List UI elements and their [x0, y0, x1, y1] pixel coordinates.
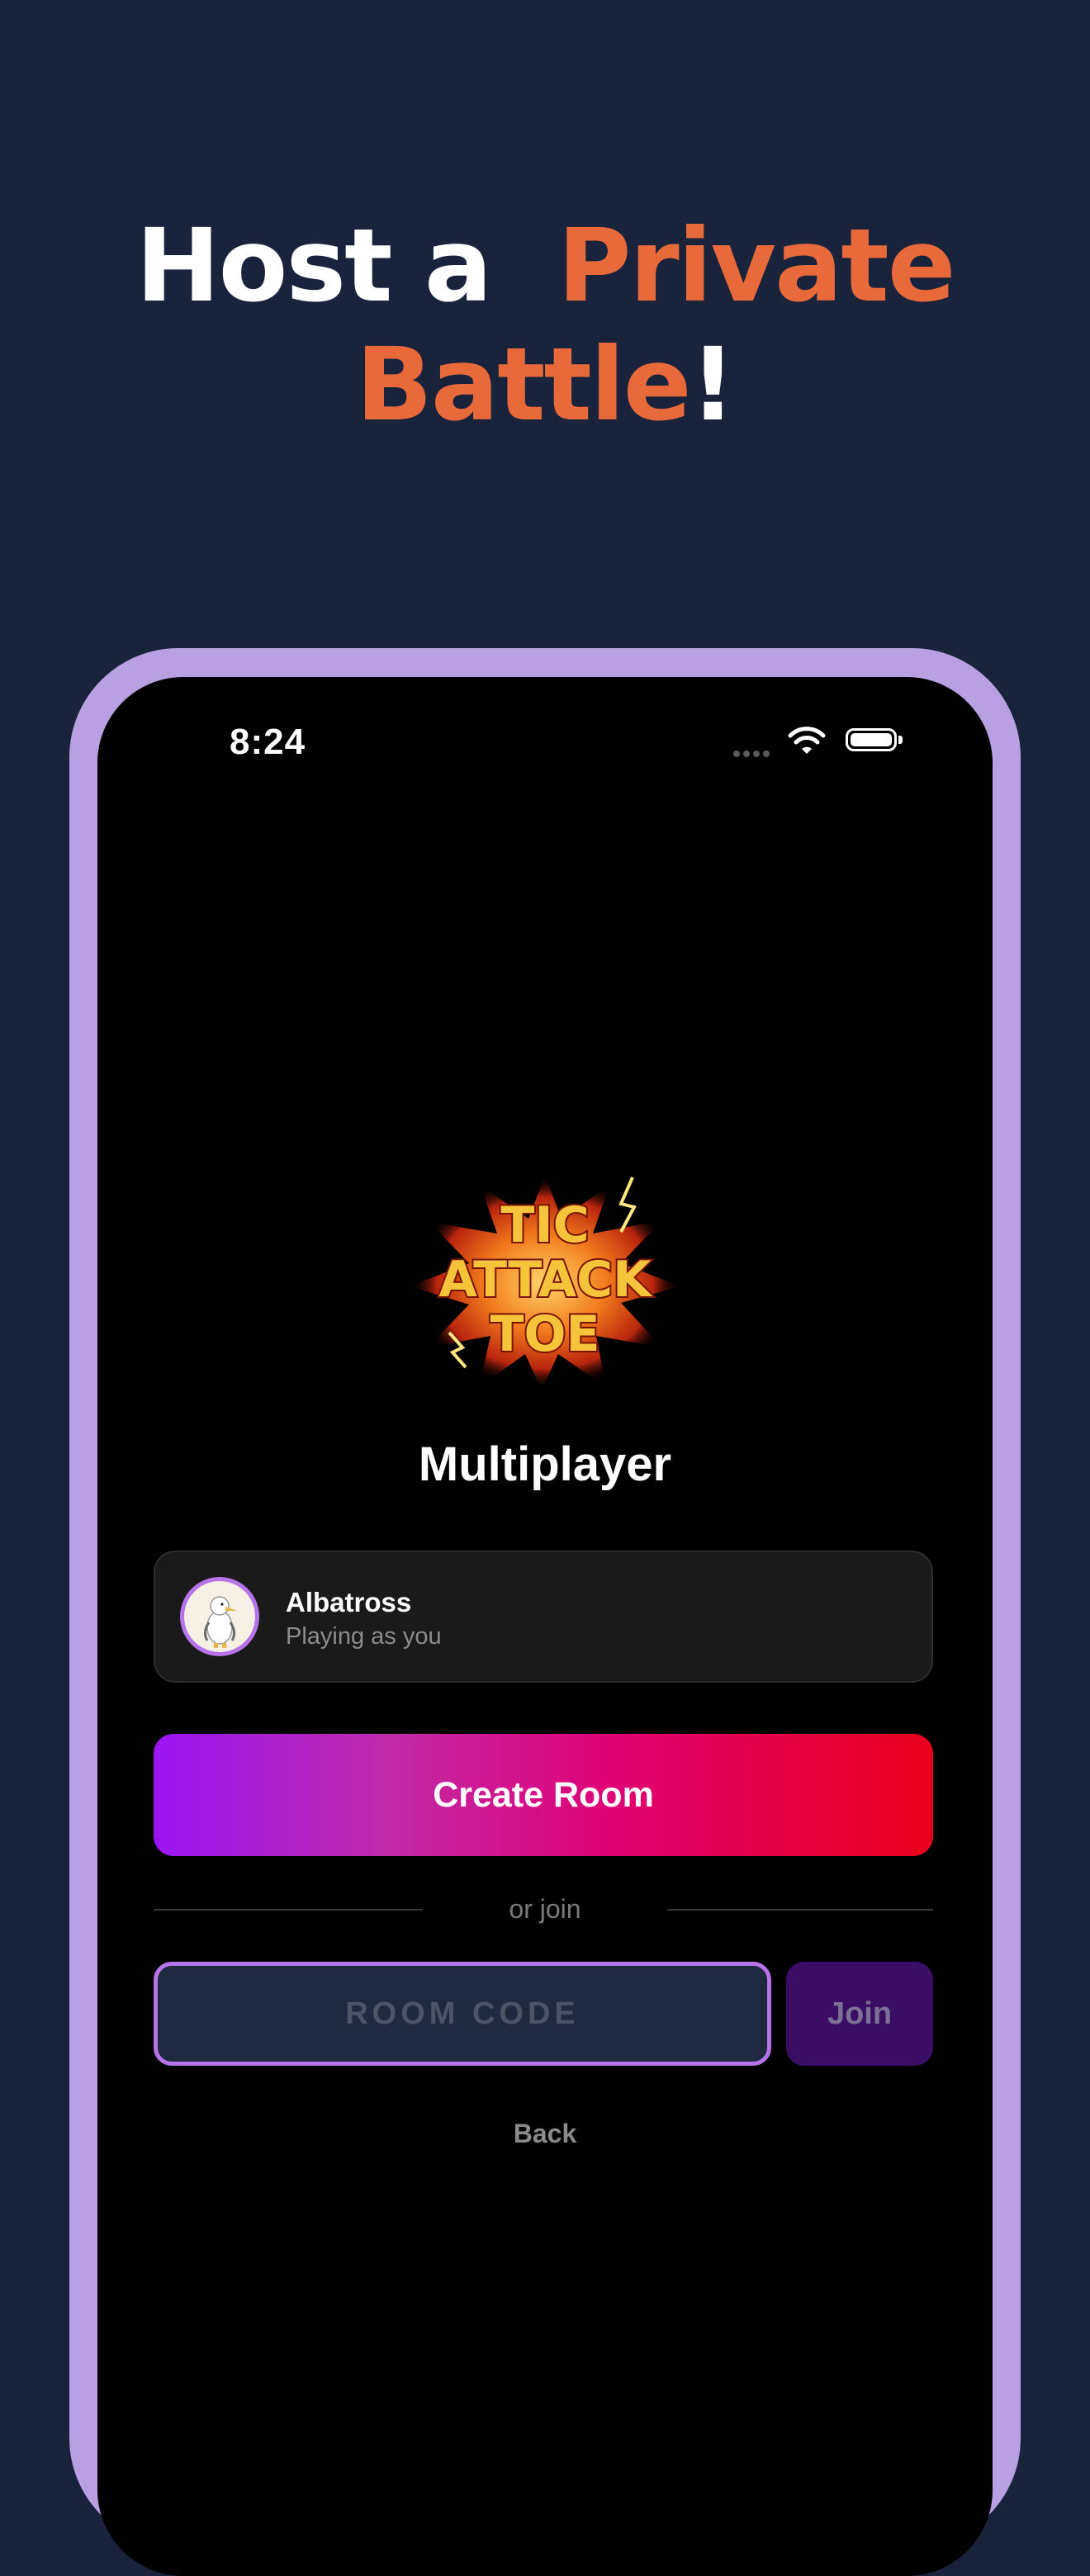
logo-line-1: TIC [500, 1196, 589, 1254]
promo-headline: Host a Private Battle! [0, 206, 1090, 444]
divider-right [667, 1909, 933, 1911]
headline-line-1: Host a Private [0, 206, 1090, 325]
player-card: Albatross Playing as you [154, 1551, 933, 1683]
create-room-button[interactable]: Create Room [154, 1734, 933, 1856]
phone-screen: 8:24 TIC ATTACK TOE Multiplayer Albatros… [97, 677, 993, 2576]
logo-line-2: ATTACK [438, 1251, 653, 1309]
divider-left [154, 1909, 423, 1911]
headline-battle-text: Battle [355, 326, 692, 443]
headline-host-text: Host a [135, 207, 493, 324]
tic-attack-toe-logo: TIC ATTACK TOE [410, 1176, 680, 1390]
headline-line-2: Battle! [0, 325, 1090, 444]
headline-exclamation: ! [690, 326, 736, 443]
cellular-dots-icon [733, 746, 773, 761]
headline-private-text: Private [557, 207, 955, 324]
back-link[interactable]: Back [421, 2119, 669, 2149]
player-subtitle: Playing as you [286, 1623, 442, 1650]
page-title: Multiplayer [418, 1437, 672, 1491]
battery-icon [846, 728, 903, 751]
join-button[interactable]: Join [786, 1962, 933, 2066]
room-code-input[interactable] [154, 1962, 771, 2066]
albatross-avatar-icon [180, 1577, 259, 1656]
player-name: Albatross [286, 1587, 412, 1617]
divider-text: or join [509, 1894, 581, 1924]
wifi-icon [788, 727, 826, 754]
logo-line-3: TOE [490, 1305, 600, 1363]
status-time: 8:24 [230, 722, 306, 762]
